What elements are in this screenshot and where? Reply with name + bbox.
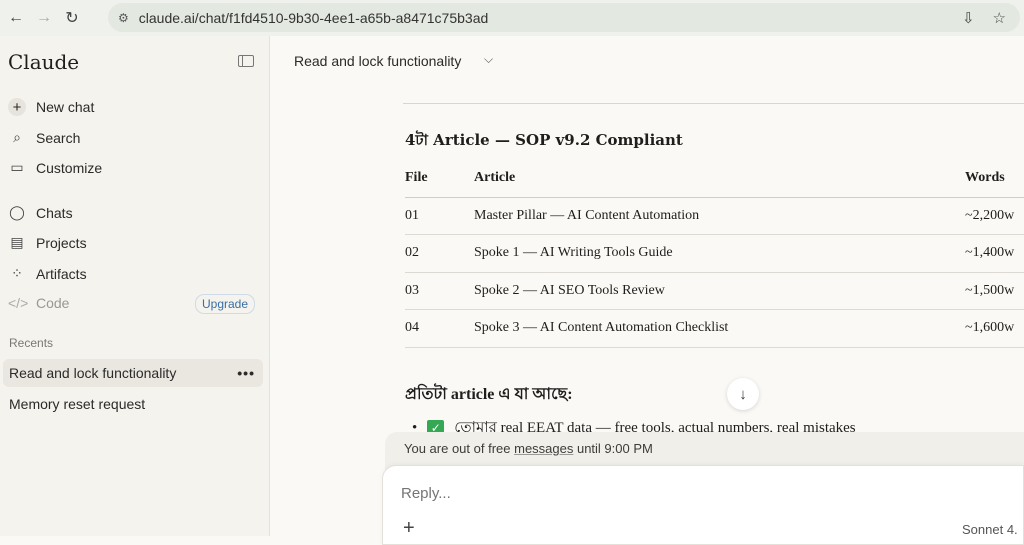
install-app-icon[interactable]: ⇩ [962,9,975,27]
col-header: Words [965,160,1024,198]
bookmark-star-icon[interactable]: ☆ [993,9,1006,27]
subheading: প্রতিটা article এ যা আছে: [405,386,573,403]
sidebar-item-projects[interactable]: ▤ Projects [8,234,87,251]
sidebar-item-new-chat[interactable]: + New chat [8,98,94,116]
sidebar-item-artifacts[interactable]: ⁘ Artifacts [8,265,87,282]
sidebar-item-chats[interactable]: ◯ Chats [8,204,73,221]
search-icon: ⌕ [13,129,21,145]
table-row: 01 Master Pillar — AI Content Automation ~… [405,197,1024,235]
label: New chat [36,99,95,115]
sidebar: Claude + New chat ⌕ Search ▭ Customize ◯ Cha… [0,36,270,536]
chat-title[interactable]: Read and lock functionality [294,53,461,69]
cell: 03 [405,272,474,310]
address-bar[interactable]: ⚙ claude.ai/chat/f1fd4510-9b30-4ee1-a65b… [108,3,1020,32]
table-row: 02 Spoke 1 — AI Writing Tools Guide ~1,400… [405,234,1024,273]
cell: Spoke 2 — AI SEO Tools Review [474,272,965,310]
cell: ~1,400w [965,234,1024,273]
col-header: File [405,160,474,198]
recents-heading: Recents [9,336,54,350]
table-row: 03 Spoke 2 — AI SEO Tools Review ~1,500w [405,272,1024,310]
claude-logo[interactable]: Claude [8,50,79,74]
sidebar-toggle-icon[interactable] [238,55,254,67]
usage-limit-text: You are out of free messages until 9:00 … [404,441,653,456]
label: Artifacts [36,265,87,282]
forward-icon[interactable]: → [32,6,56,30]
messages-link[interactable]: messages [514,441,573,456]
table-row: 04 Spoke 3 — AI Content Automation Checkl… [405,309,1024,348]
code-icon: </> [8,295,29,311]
briefcase-icon: ▭ [10,159,24,175]
site-settings-icon[interactable]: ⚙ [118,11,129,25]
folder-icon: ▤ [10,234,24,250]
more-options-icon[interactable]: ••• [237,365,255,381]
reload-icon[interactable]: ↻ [60,6,84,30]
scroll-to-bottom-button[interactable]: ↓ [727,378,759,410]
chat-bubble-icon: ◯ [9,204,25,220]
cell: 04 [405,309,474,348]
cell: 01 [405,197,474,235]
divider [403,103,1024,104]
label: Code [36,295,70,311]
cell: ~1,600w [965,309,1024,348]
text: until 9:00 PM [573,441,653,456]
label: Customize [36,159,103,176]
sidebar-item-customize[interactable]: ▭ Customize [8,159,102,176]
text: You are out of free [404,441,515,456]
artifacts-icon: ⁘ [11,265,23,281]
cell: Spoke 3 — AI Content Automation Checklis… [474,309,965,348]
cell: Spoke 1 — AI Writing Tools Guide [474,234,965,273]
plus-icon: + [8,98,26,116]
cell: ~1,500w [965,272,1024,310]
add-attachment-icon[interactable]: + [403,517,415,540]
back-icon[interactable]: ← [4,6,28,30]
label: Read and lock functionality [9,365,177,381]
col-header: Article [474,160,965,198]
url-text: claude.ai/chat/f1fd4510-9b30-4ee1-a65b-a… [138,9,489,26]
recent-chat-item[interactable]: Read and lock functionality ••• [3,359,263,387]
table-header-row: File Article Words [405,160,1024,198]
composer [382,465,1024,545]
cell: Master Pillar — AI Content Automation [474,197,965,235]
cell: ~2,200w [965,197,1024,235]
browser-toolbar: ← → ↻ ⚙ claude.ai/chat/f1fd4510-9b30-4ee… [0,0,1024,36]
chevron-down-icon[interactable]: ⌵ [484,52,493,67]
upgrade-button[interactable]: Upgrade [195,294,256,314]
sidebar-item-code[interactable]: </> Code [8,295,69,311]
articles-table: File Article Words 01 Master Pillar — AI Co… [405,160,1024,348]
sidebar-item-search[interactable]: ⌕ Search [8,129,80,146]
section-heading: 4টা Article — SOP v9.2 Compliant [405,131,683,149]
cell: 02 [405,234,474,273]
arrow-down-icon: ↓ [739,385,747,403]
label: Chats [36,204,73,221]
label: Projects [36,234,87,251]
model-selector[interactable]: Sonnet 4. [962,522,1018,537]
label: Search [36,129,81,146]
recent-chat-item[interactable]: Memory reset request [3,390,263,418]
label: Memory reset request [9,396,146,412]
reply-input[interactable] [401,485,901,502]
